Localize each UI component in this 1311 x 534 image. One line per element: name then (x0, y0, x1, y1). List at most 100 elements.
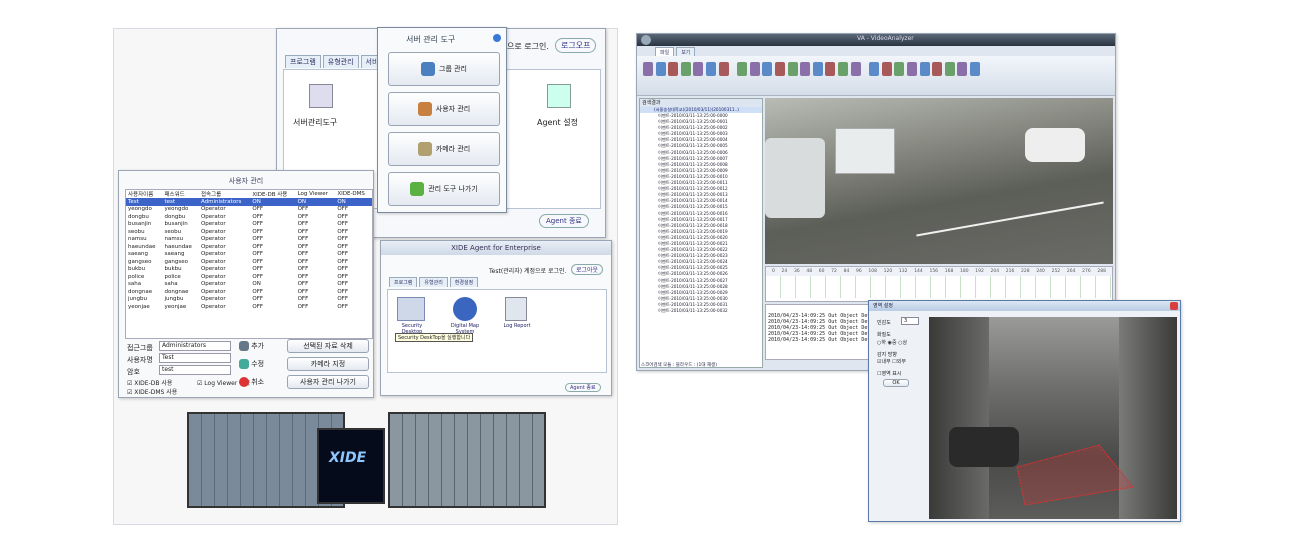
table-row[interactable]: saeang saeang Operator OFF OFF OFF (126, 251, 372, 259)
ok-button[interactable]: OK (883, 379, 909, 387)
ribbon-tool-icon[interactable] (800, 62, 811, 76)
column-header[interactable]: 접속그룹 (199, 190, 250, 198)
server-admin-icon[interactable] (309, 84, 333, 108)
column-header[interactable]: 사용자이름 (126, 190, 162, 198)
close-icon[interactable] (1170, 302, 1178, 310)
show-region-checkbox[interactable]: ☐영역 표시 (877, 370, 901, 377)
agent-settings-icon[interactable] (547, 84, 571, 108)
table-row[interactable]: Test test Administrators ON ON ON (126, 198, 372, 206)
cancel-button[interactable]: 취소 (239, 377, 264, 387)
security-desktop-icon[interactable] (397, 297, 425, 321)
agent-exit-button[interactable]: Agent 종료 (539, 214, 589, 228)
ribbon-tool-icon[interactable] (749, 62, 760, 76)
table-row[interactable]: yeongdo yeongdo Operator OFF OFF OFF (126, 206, 372, 214)
table-cell: busanjin (164, 221, 188, 228)
group-label: 접근그룹 (127, 344, 153, 352)
edit-button[interactable]: 수정 (239, 359, 264, 369)
table-cell: OFF (297, 303, 309, 310)
xide-dms-checkbox[interactable]: ☑ XIDE-DMS 사용 (127, 387, 177, 396)
ribbon-tool-icon[interactable] (668, 62, 679, 76)
column-header[interactable]: 패스워드 (162, 190, 198, 198)
tab-program[interactable]: 프로그램 (285, 55, 321, 68)
table-row[interactable]: dongnae dongnae Operator OFF OFF OFF (126, 288, 372, 296)
user-manage-title: 사용자 관리 (228, 177, 264, 185)
ribbon-tool-icon[interactable] (970, 62, 980, 76)
agent-tab-program[interactable]: 프로그램 (389, 277, 418, 287)
ribbon-tool-icon[interactable] (881, 62, 892, 76)
ribbon-tool-icon[interactable] (838, 62, 848, 76)
group-manage-button[interactable]: 그룹 관리 (388, 52, 500, 86)
tab-type[interactable]: 유형관리 (322, 55, 359, 68)
ribbon-tool-icon[interactable] (812, 62, 823, 76)
ribbon-tool-icon[interactable] (655, 62, 666, 76)
edit-icon (239, 359, 249, 369)
ribbon-tool-icon[interactable] (718, 62, 729, 76)
app-orb-icon[interactable] (641, 35, 651, 45)
ribbon-tool-icon[interactable] (894, 62, 905, 76)
ribbon-tool-icon[interactable] (643, 62, 653, 76)
ribbon-tool-icon[interactable] (957, 62, 968, 76)
table-cell: OFF (337, 251, 348, 258)
digital-map-icon[interactable] (453, 297, 477, 321)
timeline-tick: 276 (1082, 269, 1091, 274)
ribbon-tool-icon[interactable] (869, 62, 880, 76)
agent-exit-button-small[interactable]: Agent 종료 (565, 383, 601, 392)
direction-checkboxes[interactable]: ☑내부 ☐외부 (877, 358, 906, 365)
table-row[interactable]: seobu seobu Operator OFF OFF OFF (126, 228, 372, 236)
exit-user-manage-button[interactable]: 사용자 관리 나가기 (287, 375, 369, 389)
ribbon-tool-icon[interactable] (680, 62, 691, 76)
table-row[interactable]: police police Operator OFF OFF OFF (126, 273, 372, 281)
table-cell: ON (335, 198, 372, 206)
table-row[interactable]: haeundae haeundae Operator OFF OFF OFF (126, 243, 372, 251)
ribbon-tool-icon[interactable] (693, 62, 704, 76)
table-cell: OFF (252, 243, 264, 250)
logoff-button[interactable]: 로그오프 (555, 38, 597, 53)
sensitivity-select[interactable]: 3 (901, 317, 919, 325)
agent-logout-button[interactable]: 로그아웃 (571, 264, 604, 275)
ribbon-tool-icon[interactable] (919, 62, 930, 76)
ribbon-tool-icon[interactable] (944, 62, 955, 76)
username-field[interactable]: Test (159, 353, 231, 363)
ribbon-tool-icon[interactable] (825, 62, 836, 76)
user-manage-button[interactable]: 사용자 관리 (388, 92, 500, 126)
group-select[interactable]: Administrators (159, 341, 231, 351)
camera-manage-button[interactable]: 카메라 관리 (388, 132, 500, 166)
password-field[interactable]: test (159, 365, 231, 375)
table-row[interactable]: namsu namsu Operator OFF OFF OFF (126, 236, 372, 244)
assign-camera-button[interactable]: 카메라 지정 (287, 357, 369, 371)
xide-db-checkbox[interactable]: ☑ XIDE-DB 사용 (127, 378, 172, 387)
log-report-icon[interactable] (505, 297, 527, 321)
table-cell: police (164, 273, 181, 280)
table-cell: namsu (164, 236, 184, 243)
ribbon-tool-icon[interactable] (932, 62, 943, 76)
ribbon-tool-icon[interactable] (706, 62, 716, 76)
table-cell: OFF (337, 243, 348, 250)
timeline-tick: 240 (1036, 269, 1045, 274)
agent-tab-settings[interactable]: 환경설정 (449, 277, 479, 287)
ribbon-tool-icon[interactable] (775, 62, 785, 76)
table-row[interactable]: yeonjae yeonjae Operator OFF OFF OFF (126, 303, 372, 311)
column-header[interactable]: XIDE-DMS (335, 190, 372, 198)
table-row[interactable]: bukbu bukbu Operator OFF OFF OFF (126, 266, 372, 274)
table-row[interactable]: dongbu dongbu Operator OFF OFF OFF (126, 213, 372, 221)
quality-radio-group[interactable]: ○하 ◉중 ○상 (877, 339, 907, 346)
timeline-tick: 48 (806, 269, 813, 274)
ribbon-tool-icon[interactable] (907, 62, 917, 76)
table-row[interactable]: busanjin busanjin Operator OFF OFF OFF (126, 221, 372, 229)
column-header[interactable]: XIDE-DB 사용 (250, 190, 295, 198)
add-button[interactable]: 추가 (239, 341, 264, 351)
column-header[interactable]: Log Viewer (296, 190, 336, 198)
table-cell: OFF (297, 273, 309, 280)
table-row[interactable]: jungbu jungbu Operator OFF OFF OFF (126, 296, 372, 304)
agent-tab-type[interactable]: 유형관리 (419, 277, 448, 287)
delete-selected-button[interactable]: 선택된 자료 삭제 (287, 339, 369, 353)
ribbon-tool-icon[interactable] (850, 62, 861, 76)
tree-item[interactable]: 이벤트-2010/03/11-13:25:00-0032 (658, 308, 762, 314)
timeline-tick: 216 (1005, 269, 1015, 274)
table-row[interactable]: saha saha Operator ON OFF OFF (126, 281, 372, 289)
ribbon-tool-icon[interactable] (737, 62, 748, 76)
table-row[interactable]: gangseo gangseo Operator OFF OFF OFF (126, 258, 372, 266)
ribbon-tool-icon[interactable] (762, 62, 773, 76)
ribbon-tool-icon[interactable] (787, 62, 798, 76)
exit-tool-button[interactable]: 관리 도구 나가기 (388, 172, 500, 206)
